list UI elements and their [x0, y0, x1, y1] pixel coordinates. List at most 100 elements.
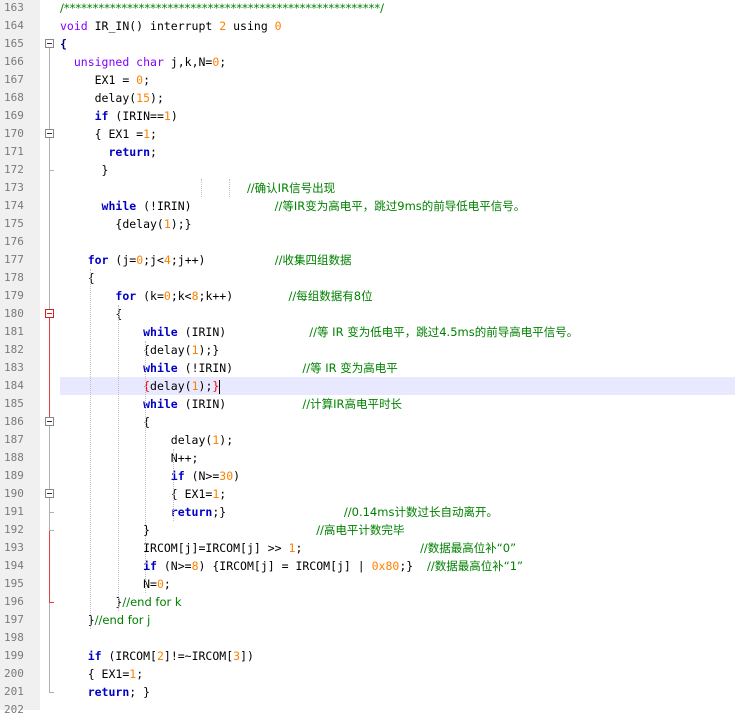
code-token-tx: (k=: [136, 289, 164, 303]
code-token-kw: if: [94, 109, 109, 123]
code-line[interactable]: {delay(1);}: [60, 341, 735, 359]
code-token-kw: if: [87, 649, 102, 663]
fold-toggle-icon[interactable]: [45, 129, 54, 138]
fold-toggle-icon[interactable]: [45, 417, 54, 426]
code-line[interactable]: delay(1);: [60, 431, 735, 449]
code-line[interactable]: }: [60, 161, 735, 179]
code-line[interactable]: IRCOM[j]=IRCOM[j] >> 1; //数据最高位补“0”: [60, 539, 735, 557]
code-token-num: 0: [156, 577, 164, 591]
code-token-tx: ;: [136, 667, 144, 681]
code-line[interactable]: {: [60, 269, 735, 287]
code-line[interactable]: if (IRCOM[2]!=~IRCOM[3]): [60, 647, 735, 665]
code-token-tx: }: [143, 523, 317, 537]
fold-toggle-icon[interactable]: [45, 489, 54, 498]
line-number: 187: [4, 433, 24, 446]
code-token-cm: //数据最高位补“0”: [420, 541, 517, 555]
code-line[interactable]: for (k=0;k<8;k++) //每组数据有8位: [60, 287, 735, 305]
code-token-ty: void: [60, 19, 88, 33]
code-token-tx: {delay(: [115, 217, 164, 231]
code-token-tx: ;k<: [170, 289, 192, 303]
code-token-cm: /***************************************…: [60, 1, 384, 15]
code-line[interactable]: N++;: [60, 449, 735, 467]
code-area[interactable]: /***************************************…: [60, 0, 735, 710]
code-line[interactable]: if (IRIN==1): [60, 107, 735, 125]
line-number: 190: [4, 487, 24, 500]
code-token-tx: (!IRIN): [136, 199, 275, 213]
line-number: 175: [4, 217, 24, 230]
code-token-cm: //计算IR高电平时长: [302, 397, 402, 411]
code-line[interactable]: [60, 701, 735, 719]
code-token-tx: { EX1 =: [94, 127, 144, 141]
code-line[interactable]: return; }: [60, 683, 735, 701]
code-line[interactable]: for (j=0;j<4;j++) //收集四组数据: [60, 251, 735, 269]
code-token-tx: ;j<: [143, 253, 164, 267]
code-line[interactable]: N=0;: [60, 575, 735, 593]
code-line[interactable]: delay(15);: [60, 89, 735, 107]
line-number: 196: [4, 595, 24, 608]
indent-guide: [201, 179, 202, 197]
code-line[interactable]: { EX1 =1;: [60, 125, 735, 143]
code-line[interactable]: }//end for k: [60, 593, 735, 611]
code-token-tx: ) {IRCOM[j] = IRCOM[j] |: [198, 559, 372, 573]
code-line[interactable]: while (IRIN) //等 IR 变为低电平，跳过4.5ms的前导高电平信…: [60, 323, 735, 341]
code-line[interactable]: { EX1=1;: [60, 485, 735, 503]
code-line[interactable]: }//end for j: [60, 611, 735, 629]
code-token-tx: IRCOM[j]=IRCOM[j] >>: [143, 541, 289, 555]
code-token-tx: IR_IN() interrupt: [87, 19, 220, 33]
code-line[interactable]: unsigned char j,k,N=0;: [60, 53, 735, 71]
code-token-tx: {: [115, 307, 123, 321]
code-line[interactable]: while (IRIN) //计算IR高电平时长: [60, 395, 735, 413]
code-token-tx: ]): [240, 649, 254, 663]
code-token-tx: { EX1=: [170, 487, 213, 501]
fold-range-line: [49, 138, 50, 170]
code-token-tx: );}: [198, 343, 220, 357]
code-line[interactable]: void IR_IN() interrupt 2 using 0: [60, 17, 735, 35]
code-line[interactable]: {delay(1);}: [60, 215, 735, 233]
code-line[interactable]: [60, 629, 735, 647]
line-number: 201: [4, 685, 24, 698]
code-line[interactable]: {: [60, 35, 735, 53]
code-line[interactable]: } //高电平计数完毕: [60, 521, 735, 539]
code-token-kw: for: [87, 253, 109, 267]
code-token-num: 0: [274, 19, 282, 33]
indent-guide: [89, 269, 91, 629]
code-token-tx: );: [150, 91, 164, 105]
code-line[interactable]: if (N>=30): [60, 467, 735, 485]
fold-toggle-icon[interactable]: [45, 309, 54, 318]
code-line[interactable]: {delay(1);}: [60, 377, 735, 395]
fold-toggle-icon[interactable]: [45, 39, 54, 48]
code-line[interactable]: { EX1=1;: [60, 665, 735, 683]
code-editor[interactable]: 163 164 165 166 167 168 169 170 171 172 173 174 175 1…: [0, 0, 735, 716]
fold-margin[interactable]: [40, 0, 60, 710]
line-number: 202: [4, 703, 24, 716]
code-token-tx: ;: [163, 577, 171, 591]
line-number: 183: [4, 361, 24, 374]
code-token-kw: while: [101, 199, 137, 213]
code-line[interactable]: {: [60, 305, 735, 323]
code-line[interactable]: while (!IRIN) //等IR变为高电平，跳过9ms的前导低电平信号。: [60, 197, 735, 215]
code-line[interactable]: //确认IR信号出现: [60, 179, 735, 197]
line-number: 173: [4, 181, 24, 194]
code-token-tx: (j=: [108, 253, 137, 267]
code-line[interactable]: return;: [60, 143, 735, 161]
code-line[interactable]: return;} //0.14ms计数过长自动离开。: [60, 503, 735, 521]
code-line[interactable]: if (N>=8) {IRCOM[j] = IRCOM[j] | 0x80;} …: [60, 557, 735, 575]
line-number: 198: [4, 631, 24, 644]
code-line[interactable]: /***************************************…: [60, 0, 735, 17]
line-number: 195: [4, 577, 24, 590]
code-line[interactable]: [60, 233, 735, 251]
code-line[interactable]: {: [60, 413, 735, 431]
code-line[interactable]: while (!IRIN) //等 IR 变为高电平: [60, 359, 735, 377]
code-line[interactable]: EX1 = 0;: [60, 71, 735, 89]
code-token-tx: (N>=: [156, 559, 192, 573]
line-number: 179: [4, 289, 24, 302]
code-token-num: 4: [163, 253, 171, 267]
